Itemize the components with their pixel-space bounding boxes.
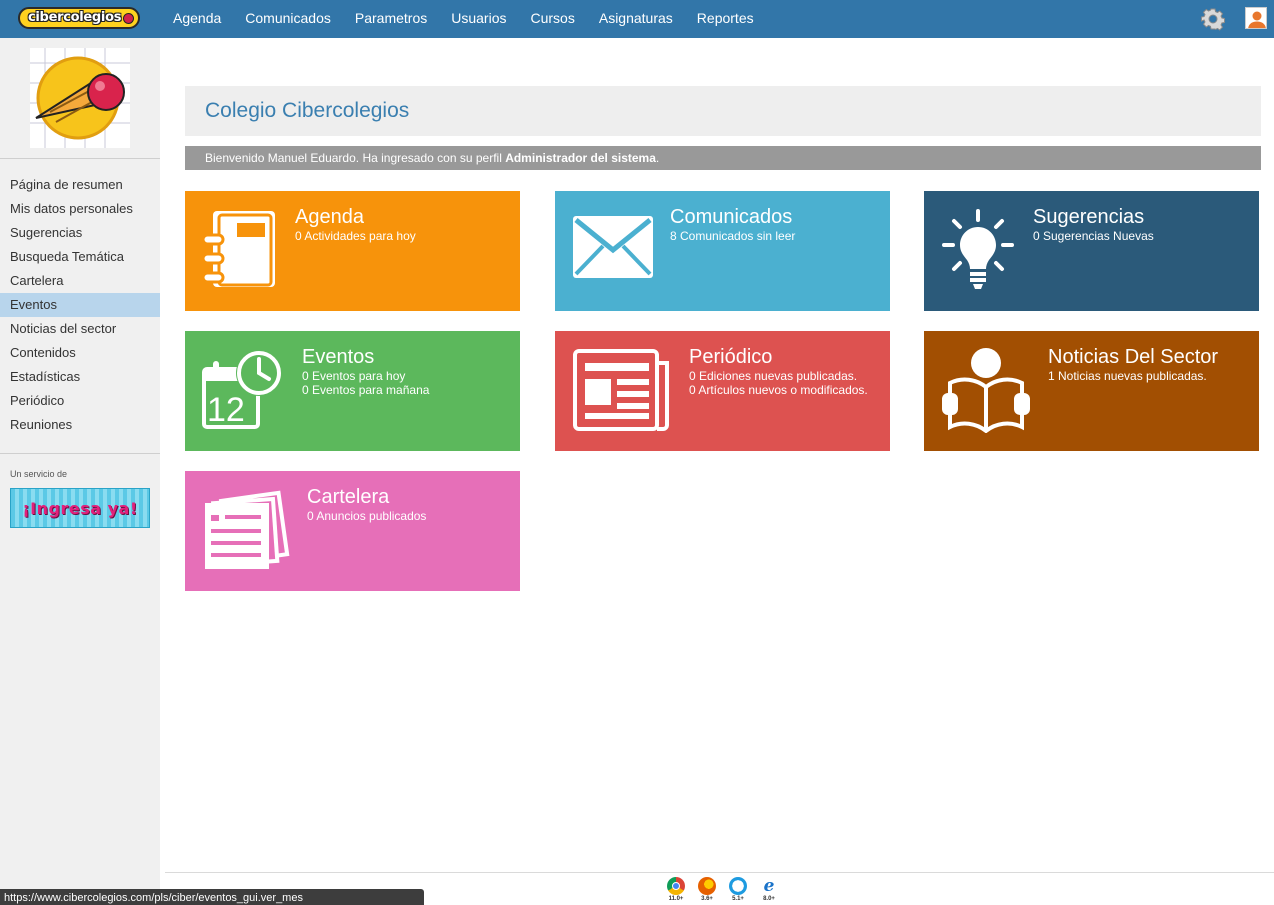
tile-agenda-title: Agenda [295,206,364,228]
nav-usuarios[interactable]: Usuarios [439,0,518,38]
ingresa-ya-banner[interactable]: ¡Ingresa ya! [10,488,150,528]
tile-sugerencias[interactable]: Sugerencias 0 Sugerencias Nuevas [924,191,1259,311]
firefox-icon [698,877,716,895]
sidebar: Página de resumen Mis datos personales S… [0,38,160,905]
tile-noticias-sector[interactable]: Noticias Del Sector 1 Noticias nuevas pu… [924,331,1259,451]
safari-icon [729,877,747,895]
nav-reportes[interactable]: Reportes [685,0,766,38]
tile-cartelera-line: 0 Anuncios publicados [307,509,427,523]
tile-noticias-line: 1 Noticias nuevas publicadas. [1048,369,1207,383]
notebook-icon [201,209,283,294]
logo-dot [123,13,134,24]
sidebar-divider [0,453,160,454]
ie-version: 8.0+ [763,896,775,902]
logo-text: cibercolegios [28,10,122,25]
welcome-bar: Bienvenido Manuel Eduardo. Ha ingresado … [185,146,1261,170]
sidebar-item-pagina-resumen[interactable]: Página de resumen [0,173,160,197]
top-navbar: cibercolegios Agenda Comunicados Paramet… [0,0,1274,38]
tile-comunicados-title: Comunicados [670,206,793,228]
calendar-clock-icon: 12 [201,347,287,436]
tile-sugerencias-title: Sugerencias [1033,206,1145,228]
tile-periodico-title: Periódico [689,346,773,368]
firefox-version: 3.6+ [701,896,713,902]
sidebar-item-periodico[interactable]: Periódico [0,389,160,413]
gear-icon[interactable] [1201,7,1225,31]
welcome-text: Bienvenido Manuel Eduardo. Ha ingresado … [205,151,506,165]
chrome-version: 11.0+ [668,896,684,902]
safari-version: 5.1+ [732,896,744,902]
sidebar-item-busqueda[interactable]: Busqueda Temática [0,245,160,269]
tile-cartelera-title: Cartelera [307,486,390,508]
tile-comunicados-line: 8 Comunicados sin leer [670,229,796,243]
sidebar-item-contenidos[interactable]: Contenidos [0,341,160,365]
main-nav: Agenda Comunicados Parametros Usuarios C… [161,0,766,38]
documents-icon [201,487,293,574]
tile-noticias-title: Noticias Del Sector [1048,346,1219,368]
ie-icon: e [760,877,778,895]
nav-asignaturas[interactable]: Asignaturas [587,0,685,38]
school-logo [30,48,130,148]
browser-safari: 5.1+ [727,877,749,903]
reader-icon [940,347,1032,436]
browser-chrome: 11.0+ [665,877,687,903]
tile-periodico-line: 0 Artículos nuevos o modificados. [689,383,868,397]
svg-text:12: 12 [207,391,245,429]
school-header: Colegio Cibercolegios [185,86,1261,136]
browser-firefox: 3.6+ [696,877,718,903]
banner-text: ¡Ingresa ya! [22,498,138,518]
sidebar-item-noticias[interactable]: Noticias del sector [0,317,160,341]
user-avatar[interactable] [1245,7,1267,29]
welcome-role: Administrador del sistema [505,151,656,165]
status-bar-url: https://www.cibercolegios.com/pls/ciber/… [0,889,424,905]
sidebar-menu: Página de resumen Mis datos personales S… [0,173,160,437]
chrome-icon [667,877,685,895]
tile-eventos[interactable]: 12 Eventos 0 Eventos para hoy 0 Eventos … [185,331,520,451]
sidebar-item-reuniones[interactable]: Reuniones [0,413,160,437]
sidebar-divider [0,158,160,159]
tile-sugerencias-line: 0 Sugerencias Nuevas [1033,229,1154,243]
sidebar-item-mis-datos[interactable]: Mis datos personales [0,197,160,221]
nav-parametros[interactable]: Parametros [343,0,439,38]
nav-cursos[interactable]: Cursos [519,0,587,38]
nav-comunicados[interactable]: Comunicados [233,0,343,38]
tile-agenda[interactable]: Agenda 0 Actividades para hoy [185,191,520,311]
nav-agenda[interactable]: Agenda [161,0,233,38]
tile-cartelera[interactable]: Cartelera 0 Anuncios publicados [185,471,520,591]
tile-comunicados[interactable]: Comunicados 8 Comunicados sin leer [555,191,890,311]
tile-eventos-line: 0 Eventos para mañana [302,383,430,397]
tile-periodico[interactable]: Periódico 0 Ediciones nuevas publicadas.… [555,331,890,451]
envelope-icon [573,216,653,281]
sidebar-item-sugerencias[interactable]: Sugerencias [0,221,160,245]
sidebar-item-cartelera[interactable]: Cartelera [0,269,160,293]
lightbulb-icon [942,209,1014,294]
browser-ie: e 8.0+ [758,877,780,903]
footer-divider [165,872,1274,873]
sidebar-item-estadisticas[interactable]: Estadísticas [0,365,160,389]
welcome-suffix: . [655,151,660,165]
tile-eventos-line: 0 Eventos para hoy [302,369,406,383]
tile-eventos-title: Eventos [302,346,375,368]
tile-periodico-line: 0 Ediciones nuevas publicadas. [689,369,858,383]
page-title: Colegio Cibercolegios [205,99,410,122]
newspaper-icon [573,349,673,434]
sidebar-item-eventos[interactable]: Eventos [0,293,160,317]
cibercolegios-logo[interactable]: cibercolegios [18,7,140,29]
service-label: Un servicio de [10,469,68,479]
tile-agenda-line: 0 Actividades para hoy [295,229,416,243]
